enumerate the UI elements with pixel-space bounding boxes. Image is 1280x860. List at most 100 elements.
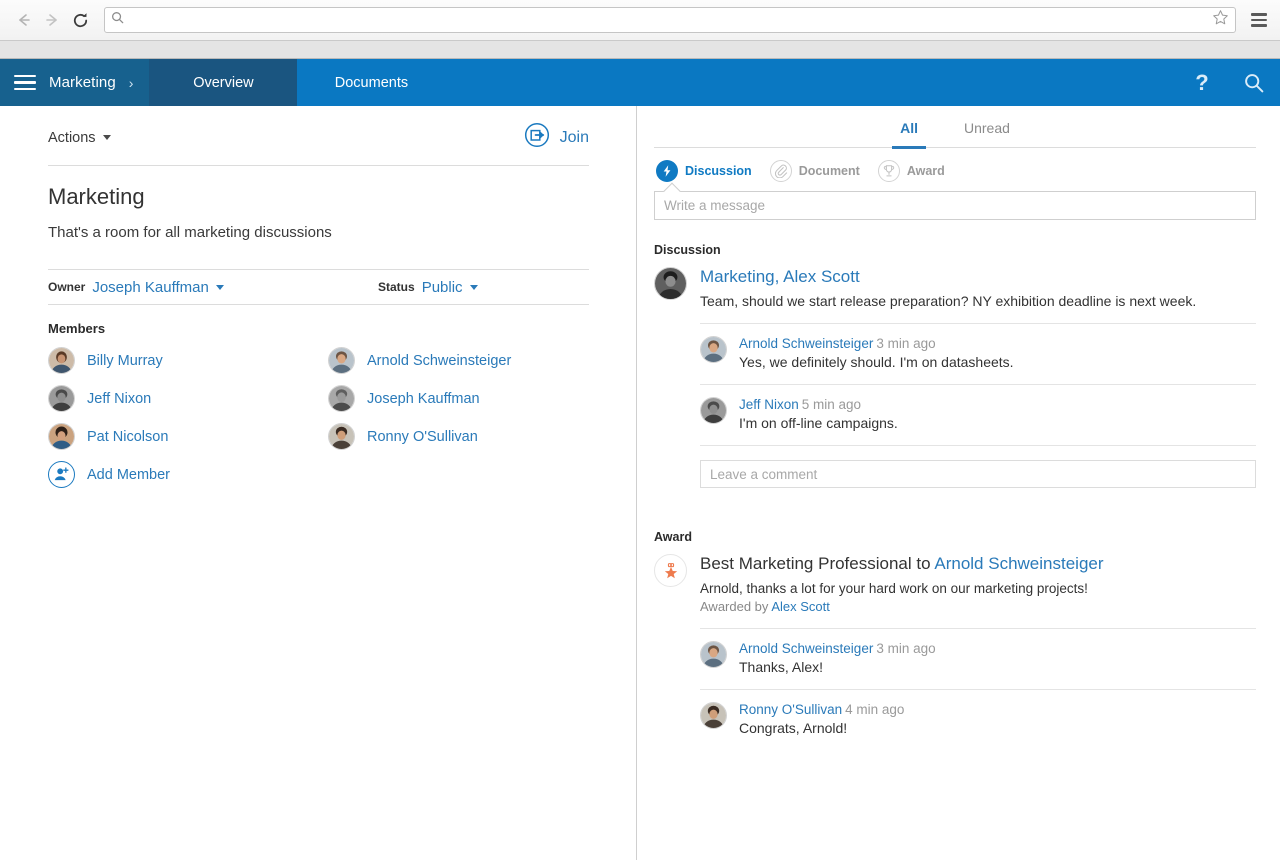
composer-tab-document[interactable]: Document bbox=[770, 160, 860, 182]
award-star-icon bbox=[654, 554, 687, 587]
room-meta-row: Owner Joseph Kauffman Status Public bbox=[48, 269, 589, 305]
award-message: Arnold, thanks a lot for your hard work … bbox=[700, 581, 1104, 596]
owner-label: Owner bbox=[48, 280, 85, 294]
reply-author[interactable]: Arnold Schweinsteiger bbox=[739, 336, 873, 351]
help-label: ? bbox=[1195, 70, 1208, 96]
help-icon[interactable]: ? bbox=[1176, 59, 1228, 106]
members-label: Members bbox=[48, 321, 589, 336]
join-label: Join bbox=[560, 129, 589, 147]
avatar bbox=[700, 702, 727, 729]
comment-input[interactable] bbox=[700, 460, 1256, 488]
add-member-button[interactable]: Add Member bbox=[48, 460, 328, 489]
reply-timestamp: 3 min ago bbox=[876, 641, 935, 656]
hamburger-menu-icon[interactable] bbox=[14, 75, 36, 91]
award-title-row: Best Marketing Professional to Arnold Sc… bbox=[700, 554, 1104, 574]
address-input[interactable] bbox=[130, 12, 1212, 29]
composer-tab-award[interactable]: Award bbox=[878, 160, 945, 182]
status-label: Status bbox=[378, 280, 415, 294]
forward-icon[interactable] bbox=[38, 6, 66, 34]
tab-documents-label: Documents bbox=[335, 75, 408, 91]
composer-tab-document-label: Document bbox=[799, 164, 860, 178]
discussion-post: Marketing, Alex Scott Team, should we st… bbox=[654, 267, 1256, 309]
members-grid: Billy Murray Arnold Schweinsteiger Jeff … bbox=[48, 346, 589, 489]
address-bar[interactable] bbox=[104, 7, 1236, 33]
app-top-navigation: Marketing › Overview Documents ? bbox=[0, 59, 1280, 106]
reply-timestamp: 5 min ago bbox=[802, 397, 861, 412]
reply-timestamp: 4 min ago bbox=[845, 702, 904, 717]
reply-timestamp: 3 min ago bbox=[876, 336, 935, 351]
message-composer bbox=[654, 191, 1256, 220]
composer-tab-discussion-label: Discussion bbox=[685, 164, 752, 178]
owner-field[interactable]: Owner Joseph Kauffman bbox=[48, 279, 378, 296]
composer-tab-award-label: Award bbox=[907, 164, 945, 178]
room-description: That's a room for all marketing discussi… bbox=[48, 224, 589, 241]
member-name: Pat Nicolson bbox=[87, 429, 168, 445]
add-member-label: Add Member bbox=[87, 467, 170, 483]
back-icon[interactable] bbox=[10, 6, 38, 34]
avatar bbox=[654, 267, 687, 300]
tab-overview-label: Overview bbox=[193, 75, 253, 91]
status-field[interactable]: Status Public bbox=[378, 279, 478, 296]
member-item[interactable]: Arnold Schweinsteiger bbox=[328, 346, 608, 375]
star-icon[interactable] bbox=[1212, 9, 1229, 31]
discussion-section-label: Discussion bbox=[654, 243, 1256, 257]
message-input[interactable] bbox=[654, 191, 1256, 220]
avatar bbox=[48, 423, 75, 450]
reply-author[interactable]: Arnold Schweinsteiger bbox=[739, 641, 873, 656]
reply-author[interactable]: Jeff Nixon bbox=[739, 397, 799, 412]
search-icon[interactable] bbox=[1228, 59, 1280, 106]
member-name: Ronny O'Sullivan bbox=[367, 429, 478, 445]
paperclip-icon bbox=[770, 160, 792, 182]
member-item[interactable]: Pat Nicolson bbox=[48, 422, 328, 451]
chevron-down-icon bbox=[103, 135, 111, 140]
room-details-pane: Actions Join bbox=[0, 106, 637, 860]
reply-text: Thanks, Alex! bbox=[739, 659, 936, 675]
member-item[interactable]: Billy Murray bbox=[48, 346, 328, 375]
award-section-label: Award bbox=[654, 530, 1256, 544]
chevron-down-icon bbox=[216, 285, 224, 290]
tab-documents[interactable]: Documents bbox=[297, 59, 445, 106]
member-name: Jeff Nixon bbox=[87, 391, 151, 407]
reply-author[interactable]: Ronny O'Sullivan bbox=[739, 702, 842, 717]
member-name: Billy Murray bbox=[87, 353, 163, 369]
filter-tab-all[interactable]: All bbox=[892, 120, 926, 149]
reply-text: Congrats, Arnold! bbox=[739, 720, 904, 736]
reply-text: Yes, we definitely should. I'm on datash… bbox=[739, 354, 1014, 370]
discussion-post-room: Marketing bbox=[700, 267, 775, 286]
filter-tab-unread[interactable]: Unread bbox=[956, 120, 1018, 147]
member-item[interactable]: Jeff Nixon bbox=[48, 384, 328, 413]
breadcrumb[interactable]: Marketing › bbox=[0, 59, 149, 106]
avatar bbox=[700, 336, 727, 363]
avatar bbox=[48, 347, 75, 374]
discussion-post-title[interactable]: Marketing, Alex Scott bbox=[700, 267, 1256, 287]
reload-icon[interactable] bbox=[66, 6, 94, 34]
member-item[interactable]: Joseph Kauffman bbox=[328, 384, 608, 413]
award-recipient[interactable]: Arnold Schweinsteiger bbox=[934, 554, 1103, 573]
comment-area bbox=[700, 445, 1256, 492]
composer-type-tabs: Discussion Document Award bbox=[654, 148, 1256, 182]
award-to-label: to bbox=[916, 554, 930, 573]
chevron-down-icon bbox=[470, 285, 478, 290]
topnav-spacer bbox=[445, 59, 1176, 106]
composer-tab-discussion[interactable]: Discussion bbox=[656, 160, 752, 182]
discussion-replies: Arnold Schweinsteiger3 min ago Yes, we d… bbox=[700, 323, 1256, 445]
browser-menu-icon[interactable] bbox=[1244, 13, 1270, 27]
chevron-right-icon: › bbox=[129, 75, 134, 91]
activity-feed-pane: All Unread Discussion bbox=[637, 106, 1280, 860]
actions-label: Actions bbox=[48, 130, 96, 146]
status-value: Public bbox=[422, 279, 463, 296]
award-awarded-by[interactable]: Alex Scott bbox=[771, 599, 830, 614]
award-replies: Arnold Schweinsteiger3 min ago Thanks, A… bbox=[700, 628, 1256, 750]
award-post: Best Marketing Professional to Arnold Sc… bbox=[654, 554, 1256, 614]
page-body: Actions Join bbox=[0, 106, 1280, 860]
search-icon bbox=[111, 11, 124, 29]
member-item[interactable]: Ronny O'Sullivan bbox=[328, 422, 608, 451]
filter-tab-unread-label: Unread bbox=[964, 120, 1010, 136]
tab-overview[interactable]: Overview bbox=[149, 59, 297, 106]
join-button[interactable]: Join bbox=[524, 122, 589, 153]
reply-item: Arnold Schweinsteiger3 min ago Thanks, A… bbox=[700, 628, 1256, 689]
avatar bbox=[48, 385, 75, 412]
actions-dropdown[interactable]: Actions bbox=[48, 130, 111, 146]
reply-text: I'm on off-line campaigns. bbox=[739, 415, 898, 431]
discussion-post-text: Team, should we start release preparatio… bbox=[700, 293, 1256, 309]
